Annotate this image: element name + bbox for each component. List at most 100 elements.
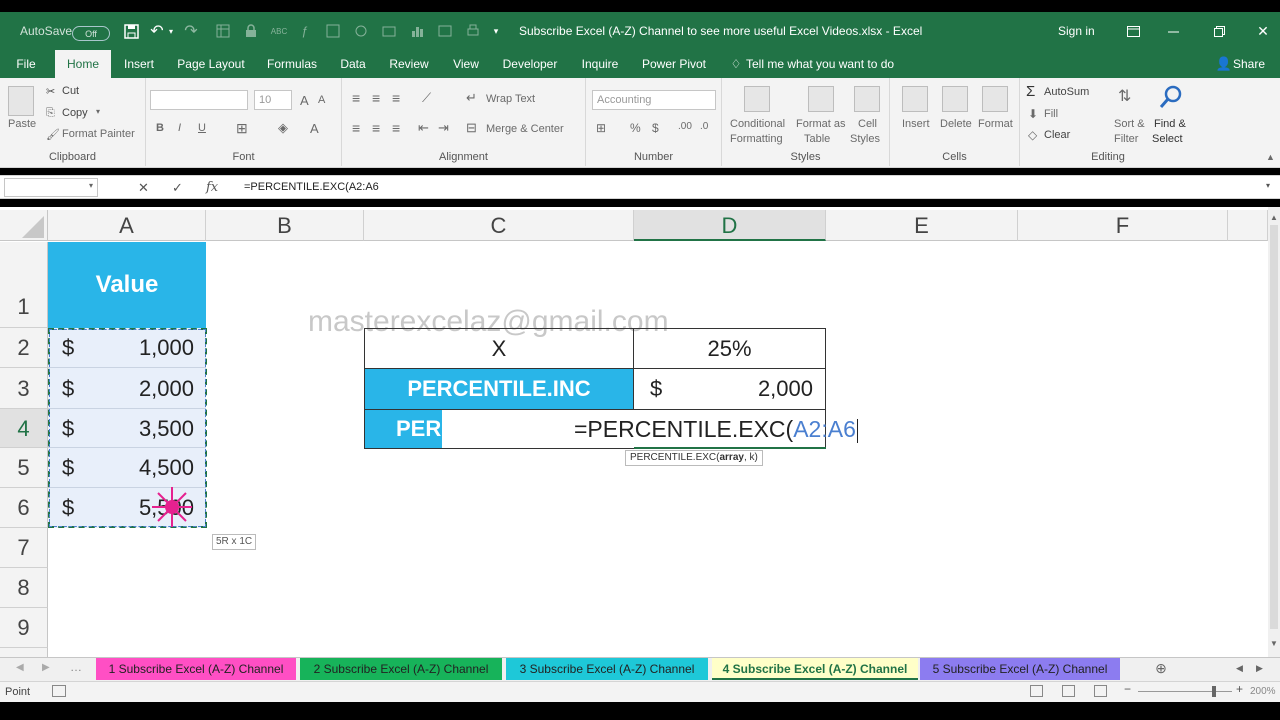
font-name-box[interactable]: [150, 90, 248, 110]
zoom-in-icon[interactable]: +: [1236, 682, 1243, 696]
conditional-formatting-button-line2[interactable]: Formatting: [730, 133, 783, 145]
row-header-6[interactable]: 6: [0, 488, 48, 528]
find-select-button[interactable]: Find &: [1154, 118, 1186, 130]
cell-styles-button-line2[interactable]: Styles: [850, 133, 880, 145]
tab-home[interactable]: Home: [55, 50, 111, 78]
print-icon[interactable]: [464, 23, 482, 39]
tab-developer[interactable]: Developer: [498, 50, 562, 78]
sort-icon[interactable]: ABC: [270, 23, 288, 39]
orientation-icon[interactable]: ⟋: [422, 90, 431, 106]
save-icon[interactable]: [122, 22, 140, 40]
chart-icon[interactable]: [408, 23, 426, 39]
row-header-2[interactable]: 2: [0, 328, 48, 368]
format-as-table-button-line2[interactable]: Table: [804, 133, 830, 145]
sheet-tab-2[interactable]: 2 Subscribe Excel (A-Z) Channel: [300, 658, 502, 680]
sheet-tab-3[interactable]: 3 Subscribe Excel (A-Z) Channel: [506, 658, 708, 680]
column-header-a[interactable]: A: [48, 210, 206, 241]
macro-record-icon[interactable]: [52, 685, 66, 697]
column-header-g[interactable]: [1228, 210, 1268, 241]
borders-icon[interactable]: ⊞: [236, 120, 248, 137]
scroll-first-sheet-icon[interactable]: ◀: [16, 662, 24, 673]
sort-filter-button-line2[interactable]: Filter: [1114, 133, 1138, 145]
close-icon[interactable]: ✕: [1254, 23, 1272, 39]
clear-icon[interactable]: ◇: [1028, 128, 1037, 142]
cancel-icon[interactable]: ✕: [138, 180, 149, 196]
camera-icon[interactable]: [352, 23, 370, 39]
increase-font-icon[interactable]: A: [300, 93, 309, 108]
tab-view[interactable]: View: [446, 50, 486, 78]
tab-page-layout[interactable]: Page Layout: [172, 50, 250, 78]
bold-icon[interactable]: B: [156, 122, 164, 134]
autosave-toggle[interactable]: Off: [72, 26, 110, 41]
undo-icon[interactable]: ↶: [148, 22, 166, 40]
format-as-table-icon[interactable]: [808, 86, 834, 112]
tab-formulas[interactable]: Formulas: [262, 50, 322, 78]
collapse-ribbon-icon[interactable]: ▲: [1266, 152, 1275, 162]
align-middle-icon[interactable]: ≡: [372, 90, 380, 106]
sheet-tab-4-active[interactable]: 4 Subscribe Excel (A-Z) Channel: [712, 658, 918, 680]
tell-me-search[interactable]: Tell me what you want to do: [746, 50, 894, 78]
tab-insert[interactable]: Insert: [118, 50, 160, 78]
cell-styles-icon[interactable]: [854, 86, 880, 112]
decrease-font-icon[interactable]: A: [318, 94, 325, 106]
picture-icon[interactable]: [436, 23, 454, 39]
scroll-last-sheet-icon[interactable]: ▶: [42, 662, 50, 673]
expand-formula-bar-icon[interactable]: ▾: [1266, 181, 1270, 190]
pivot-icon[interactable]: [324, 23, 342, 39]
enter-icon[interactable]: ✓: [172, 180, 183, 196]
italic-icon[interactable]: I: [178, 122, 181, 134]
zoom-slider[interactable]: [1138, 691, 1232, 692]
zoom-level[interactable]: 200%: [1250, 686, 1276, 697]
merge-center-icon[interactable]: ⊟: [466, 120, 477, 136]
sheet-tab-1[interactable]: 1 Subscribe Excel (A-Z) Channel: [96, 658, 296, 680]
scroll-left-icon[interactable]: ◀: [1236, 663, 1243, 674]
format-painter-button[interactable]: Format Painter: [62, 128, 135, 140]
value-header-cell[interactable]: Value: [48, 242, 206, 328]
format-cells-icon[interactable]: [982, 86, 1008, 112]
worksheet-grid[interactable]: A B C D E F 1 2 3 4 5 6 7 8 9 Value $ 1,…: [0, 207, 1268, 657]
normal-view-icon[interactable]: [1030, 685, 1043, 697]
vertical-scrollbar[interactable]: ▲ ▼: [1268, 207, 1280, 657]
paste-button[interactable]: Paste: [8, 118, 36, 130]
lock-icon[interactable]: [242, 23, 260, 39]
tab-power-pivot[interactable]: Power Pivot: [638, 50, 710, 78]
sign-in-link[interactable]: Sign in: [1058, 24, 1095, 38]
customize-quick-access-icon[interactable]: ▾: [490, 23, 502, 39]
zoom-slider-thumb[interactable]: [1212, 686, 1216, 697]
sort-filter-button[interactable]: Sort &: [1114, 118, 1145, 130]
underline-icon[interactable]: U: [198, 122, 206, 134]
tab-inquire[interactable]: Inquire: [574, 50, 626, 78]
x-value-cell[interactable]: 25%: [633, 328, 826, 369]
column-header-d[interactable]: D: [634, 210, 826, 241]
cut-icon[interactable]: ✂: [46, 85, 55, 98]
sheet-tab-5[interactable]: 5 Subscribe Excel (A-Z) Channel: [920, 658, 1120, 680]
cell-styles-button[interactable]: Cell: [858, 118, 877, 130]
tab-review[interactable]: Review: [384, 50, 434, 78]
function-argument-tooltip[interactable]: PERCENTILE.EXC(array, k): [625, 450, 763, 466]
row-header-1[interactable]: 1: [0, 242, 48, 328]
cut-button[interactable]: Cut: [62, 85, 79, 97]
delete-cells-icon[interactable]: [942, 86, 968, 112]
percent-icon[interactable]: %: [630, 121, 641, 135]
copy-icon[interactable]: ⎘: [46, 107, 55, 120]
fill-color-icon[interactable]: ◈: [278, 120, 288, 136]
minimize-icon[interactable]: [1164, 23, 1182, 39]
format-cells-button[interactable]: Format: [978, 118, 1013, 130]
currency-format-icon[interactable]: ⊞: [596, 121, 606, 135]
copy-dropdown-icon[interactable]: ▾: [96, 107, 100, 116]
column-header-b[interactable]: B: [206, 210, 364, 241]
cell-edit-formula[interactable]: =PERCENTILE.EXC(A2:A6: [574, 410, 858, 448]
format-as-table-button[interactable]: Format as: [796, 118, 846, 130]
align-left-icon[interactable]: ≡: [352, 120, 360, 136]
ribbon-display-options-icon[interactable]: [1124, 23, 1142, 39]
comma-style-icon[interactable]: $: [652, 121, 659, 135]
fill-button[interactable]: Fill: [1044, 108, 1058, 120]
scroll-down-icon[interactable]: ▼: [1270, 639, 1278, 648]
scroll-up-icon[interactable]: ▲: [1270, 213, 1278, 222]
row-header-3[interactable]: 3: [0, 368, 48, 409]
row-header-10[interactable]: [0, 648, 48, 657]
x-label-cell[interactable]: X: [364, 328, 634, 369]
scroll-thumb[interactable]: [1270, 225, 1278, 629]
more-sheets-icon[interactable]: …: [70, 660, 82, 674]
column-header-e[interactable]: E: [826, 210, 1018, 241]
